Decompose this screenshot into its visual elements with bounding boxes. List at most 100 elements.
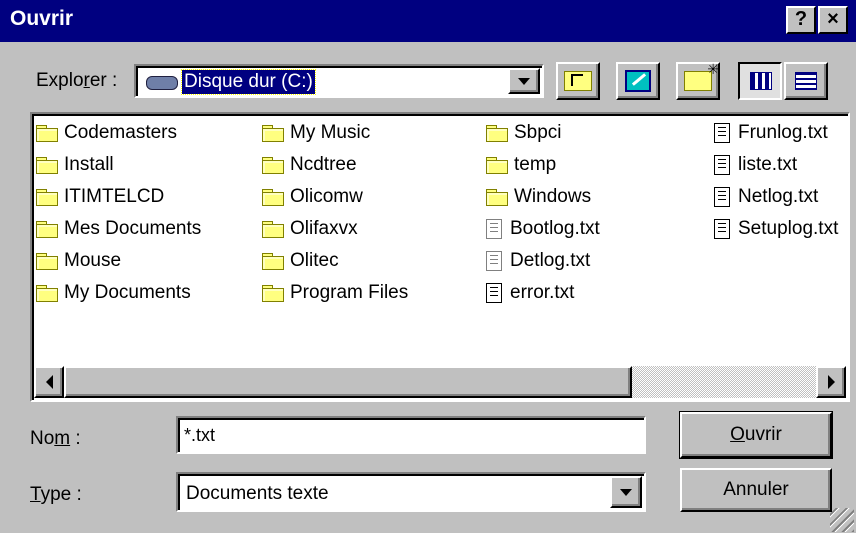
file-list-item-label: Codemasters (64, 122, 177, 143)
title-bar[interactable] (0, 0, 856, 42)
file-list-item[interactable]: Netlog.txt (714, 184, 818, 210)
file-list-item-label: Olifaxvx (290, 218, 358, 239)
file-list-item-label: Sbpci (514, 122, 562, 143)
close-button[interactable]: × (818, 6, 848, 34)
chevron-down-icon (620, 488, 632, 496)
desktop-button[interactable] (616, 62, 660, 100)
explorer-label: Explorer : (36, 70, 117, 92)
file-list-item[interactable]: ITIMTELCD (36, 184, 164, 210)
arrow-right-icon (827, 375, 835, 389)
file-list-item[interactable]: Olifaxvx (262, 216, 358, 242)
horizontal-scrollbar[interactable] (34, 366, 846, 398)
file-list-item[interactable]: Sbpci (486, 120, 562, 146)
file-list-item-label: Mouse (64, 250, 122, 271)
folder-icon (36, 189, 58, 206)
folder-icon (486, 125, 508, 142)
file-list-item-label: error.txt (510, 282, 575, 303)
text-file-icon (714, 219, 730, 239)
scroll-left-button[interactable] (34, 366, 64, 398)
file-list-item[interactable]: Ncdtree (262, 152, 357, 178)
file-list-item[interactable]: Setuplog.txt (714, 216, 838, 242)
file-list-item[interactable]: Windows (486, 184, 591, 210)
file-list-item-label: My Music (290, 122, 371, 143)
folder-icon (36, 285, 58, 302)
file-list-item-label: Windows (514, 186, 592, 207)
file-list-item[interactable]: My Music (262, 120, 370, 146)
file-list-item[interactable]: Codemasters (36, 120, 177, 146)
folder-icon (262, 125, 284, 142)
file-list-item-label: Mes Documents (64, 218, 202, 239)
file-list-item[interactable]: Program Files (262, 280, 408, 306)
chevron-down-icon (518, 77, 530, 85)
open-button-label: uvrir (744, 424, 782, 445)
file-list-item-label: Frunlog.txt (738, 122, 828, 143)
file-list-item-label: Ncdtree (290, 154, 357, 175)
file-list-item[interactable]: error.txt (486, 280, 574, 306)
file-list-item-label: temp (514, 154, 557, 175)
file-name-input[interactable]: *.txt (176, 416, 646, 454)
file-list-item-label: Install (64, 154, 114, 175)
file-list-item[interactable]: Olitec (262, 248, 339, 274)
new-folder-button[interactable]: ✳ (676, 62, 720, 100)
folder-icon (262, 221, 284, 238)
details-view-button[interactable] (784, 62, 828, 100)
window-title: Ouvrir (10, 7, 74, 30)
file-type-dropdown-button[interactable] (610, 476, 642, 508)
text-file-icon-gray (486, 251, 502, 271)
text-file-icon (714, 123, 730, 143)
text-file-icon (486, 283, 502, 303)
file-list-item-label: Setuplog.txt (738, 218, 839, 239)
scroll-right-button[interactable] (816, 366, 846, 398)
file-list-item[interactable]: Frunlog.txt (714, 120, 828, 146)
file-type-dropdown[interactable]: Documents texte (176, 472, 646, 512)
file-list[interactable]: Codemasters Install ITIMTELCD Mes Documents… (30, 112, 850, 402)
help-button[interactable]: ? (786, 6, 816, 34)
explorer-label-post: er : (89, 70, 118, 91)
file-list-item[interactable]: Mouse (36, 248, 121, 274)
file-name-value: *.txt (184, 425, 216, 445)
hard-drive-icon (146, 76, 178, 90)
file-list-item-label: liste.txt (738, 154, 798, 175)
folder-icon (36, 253, 58, 270)
up-folder-icon (564, 71, 592, 91)
explorer-dropdown-button[interactable] (508, 68, 540, 94)
desktop-icon (625, 70, 651, 92)
scrollbar-thumb[interactable] (64, 366, 632, 398)
file-list-item-label: Netlog.txt (738, 186, 819, 207)
arrow-left-icon (45, 375, 53, 389)
type-label-post: ype : (40, 484, 82, 505)
open-button[interactable]: Ouvrir (679, 411, 833, 459)
file-list-item-label: Olicomw (290, 186, 363, 207)
file-list-item[interactable]: Detlog.txt (486, 248, 590, 274)
name-label-pre: No (30, 428, 55, 449)
file-list-item[interactable]: temp (486, 152, 556, 178)
file-list-item[interactable]: Mes Documents (36, 216, 201, 242)
open-button-accel: O (730, 424, 745, 445)
name-label-accel: m (54, 428, 71, 449)
file-list-item[interactable]: Olicomw (262, 184, 363, 210)
file-list-items: Codemasters Install ITIMTELCD Mes Documents… (36, 120, 848, 356)
list-view-button[interactable] (738, 62, 782, 100)
explorer-label-pre: Explo (36, 70, 84, 91)
text-file-icon-gray (486, 219, 502, 239)
up-one-level-button[interactable] (556, 62, 600, 100)
file-list-item[interactable]: liste.txt (714, 152, 797, 178)
name-label-post: : (70, 428, 81, 449)
file-list-item-label: ITIMTELCD (64, 186, 165, 207)
details-view-icon (795, 72, 817, 90)
folder-icon (262, 157, 284, 174)
folder-icon (36, 125, 58, 142)
file-list-item-label: Bootlog.txt (510, 218, 600, 239)
explorer-selected-value: Disque dur (C:) (181, 69, 316, 95)
cancel-button[interactable]: Annuler (680, 468, 832, 512)
file-list-item[interactable]: Install (36, 152, 114, 178)
file-list-item[interactable]: My Documents (36, 280, 191, 306)
explorer-dropdown[interactable]: Disque dur (C:) (134, 64, 544, 98)
folder-icon (262, 253, 284, 270)
file-list-item-label: Detlog.txt (510, 250, 591, 271)
file-list-item[interactable]: Bootlog.txt (486, 216, 600, 242)
resize-grip[interactable] (830, 508, 854, 532)
folder-icon (36, 157, 58, 174)
file-type-value: Documents texte (186, 483, 329, 504)
text-file-icon (714, 187, 730, 207)
